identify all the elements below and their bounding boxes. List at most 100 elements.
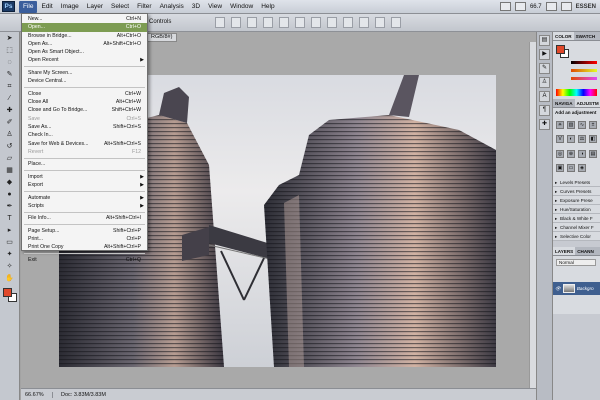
file-menu-item-print[interactable]: Print... Ctrl+P [22,235,147,243]
zoom-level-display[interactable]: 66.7 [530,4,542,10]
invert-icon[interactable]: ◑ [578,149,586,158]
file-menu-item-import[interactable]: Import ▶ [22,173,147,181]
file-menu-item-file-info[interactable]: File Info... Alt+Shift+Ctrl+I [22,214,147,222]
color-balance-icon[interactable]: ⚖ [578,135,586,144]
distribute-vcenter-icon[interactable] [327,17,337,28]
align-bottom-icon[interactable] [247,17,257,28]
clone-source-panel-icon[interactable]: ♙ [539,77,550,88]
brush-tool-icon[interactable]: ✐ [3,117,17,128]
clone-stamp-tool-icon[interactable]: ♙ [3,129,17,140]
hue-saturation-icon[interactable]: ◐ [567,135,575,144]
shape-tool-icon[interactable]: ▭ [3,237,17,248]
file-menu-item-save-as[interactable]: Save As... Shift+Ctrl+S [22,123,147,131]
preset-item[interactable]: Black & White F [553,214,600,223]
file-menu-item-print-one-copy[interactable]: Print One Copy Alt+Shift+Ctrl+P [22,243,147,251]
eye-icon[interactable]: 👁 [555,286,561,292]
menu-3d[interactable]: 3D [188,1,204,13]
menu-select[interactable]: Select [107,1,133,13]
levels-icon[interactable]: ▥ [567,121,575,129]
color-spectrum-bar[interactable] [556,89,597,96]
blend-mode-select[interactable]: Normal [556,259,596,266]
align-vcenter-icon[interactable] [231,17,241,28]
character-panel-icon[interactable]: A [539,91,550,102]
mini-bridge-button[interactable] [514,2,526,11]
history-panel-icon[interactable]: ▤ [539,35,550,46]
file-menu-item-open-as-smart-object[interactable]: Open As Smart Object... [22,48,147,56]
tab-adjustments[interactable]: ADJUSTM [574,99,600,107]
screen-mode-button[interactable] [560,2,572,11]
show-transform-controls-label[interactable]: Controls [149,19,171,25]
align-hcenter-icon[interactable] [279,17,289,28]
bridge-button[interactable] [499,2,511,11]
distribute-right-icon[interactable] [391,17,401,28]
menu-filter[interactable]: Filter [133,1,155,13]
preset-item[interactable]: Levels Presets [553,178,600,187]
align-top-icon[interactable] [215,17,225,28]
file-menu-item-place[interactable]: Place... [22,160,147,168]
posterize-icon[interactable]: ▤ [589,149,597,158]
hand-tool-icon[interactable]: ✋ [3,273,17,284]
preset-item[interactable]: Exposure Prese [553,196,600,205]
tool-presets-panel-icon[interactable]: ✚ [539,119,550,130]
move-tool-icon[interactable]: ➤ [3,33,17,44]
color-panel-fg-swatch[interactable] [556,45,565,54]
file-menu-item-export[interactable]: Export ▶ [22,181,147,189]
vertical-scrollbar[interactable] [529,42,536,388]
eraser-tool-icon[interactable]: ▱ [3,153,17,164]
preset-item[interactable]: Hue/Saturation [553,205,600,214]
menu-edit[interactable]: Edit [37,1,56,13]
align-right-icon[interactable] [295,17,305,28]
file-menu-item-new[interactable]: New... Ctrl+N [22,15,147,23]
crop-tool-icon[interactable]: ⌗ [3,81,17,92]
gradient-tool-icon[interactable]: ▦ [3,165,17,176]
file-menu-item-scripts[interactable]: Scripts ▶ [22,202,147,210]
preset-item[interactable]: Channel Mixer F [553,223,600,232]
foreground-color-swatch[interactable] [3,288,12,297]
distribute-left-icon[interactable] [359,17,369,28]
menu-file[interactable]: File [19,0,38,13]
menu-help[interactable]: Help [257,1,278,13]
selective-color-icon[interactable]: ◈ [578,163,586,172]
file-menu-item-check-in[interactable]: Check In... [22,131,147,139]
blue-slider[interactable] [571,77,597,80]
lasso-tool-icon[interactable]: ◌ [3,57,17,68]
healing-brush-tool-icon[interactable]: ✚ [3,105,17,116]
vibrance-icon[interactable]: V [556,135,564,144]
brushes-panel-icon[interactable]: ✎ [539,63,550,74]
channel-mixer-icon[interactable]: ⊕ [567,149,575,158]
tab-navigator[interactable]: NAVIGA [553,99,575,107]
file-menu-item-browse-in-bridge[interactable]: Browse in Bridge... Alt+Ctrl+O [22,32,147,40]
history-brush-tool-icon[interactable]: ↺ [3,141,17,152]
file-menu-item-page-setup[interactable]: Page Setup... Shift+Ctrl+P [22,227,147,235]
pen-tool-icon[interactable]: ✒ [3,201,17,212]
file-menu-item-open-recent[interactable]: Open Recent ▶ [22,56,147,64]
preset-item[interactable]: Selective Color [553,232,600,241]
distribute-top-icon[interactable] [311,17,321,28]
tab-color[interactable]: COLOR [553,32,574,40]
file-menu-item-open-as[interactable]: Open As... Alt+Shift+Ctrl+O [22,40,147,48]
document-tab[interactable]: RGB/8#) [146,33,178,42]
green-slider[interactable] [571,69,597,72]
black-white-icon[interactable]: ◧ [589,135,597,144]
distribute-hcenter-icon[interactable] [375,17,385,28]
type-tool-icon[interactable]: T [3,213,17,224]
menu-image[interactable]: Image [57,1,83,13]
tab-swatches[interactable]: SWATCH [574,32,598,40]
tab-channels[interactable]: CHANN [575,247,596,255]
menu-analysis[interactable]: Analysis [156,1,188,13]
paragraph-panel-icon[interactable]: ¶ [539,105,550,116]
file-menu-item-device-central[interactable]: Device Central... [22,77,147,85]
menu-view[interactable]: View [204,1,226,13]
file-menu-item-share-my-screen[interactable]: Share My Screen... [22,69,147,77]
workspace-switcher[interactable]: ESSEN [576,4,596,10]
3d-rotate-tool-icon[interactable]: ✦ [3,249,17,260]
preset-item[interactable]: Curves Presets [553,187,600,196]
tab-layers[interactable]: LAYERS [553,247,576,255]
quick-select-tool-icon[interactable]: ✎ [3,69,17,80]
distribute-bottom-icon[interactable] [343,17,353,28]
file-menu-item-save-for-web-devices[interactable]: Save for Web & Devices... Alt+Shift+Ctrl+… [22,140,147,148]
file-menu-item-close-all[interactable]: Close All Alt+Ctrl+W [22,98,147,106]
curves-icon[interactable]: ∿ [578,121,586,129]
file-menu-item-exit[interactable]: Exit Ctrl+Q [22,256,147,264]
file-menu-item-close-and-go-to-bridge[interactable]: Close and Go To Bridge... Shift+Ctrl+W [22,106,147,114]
